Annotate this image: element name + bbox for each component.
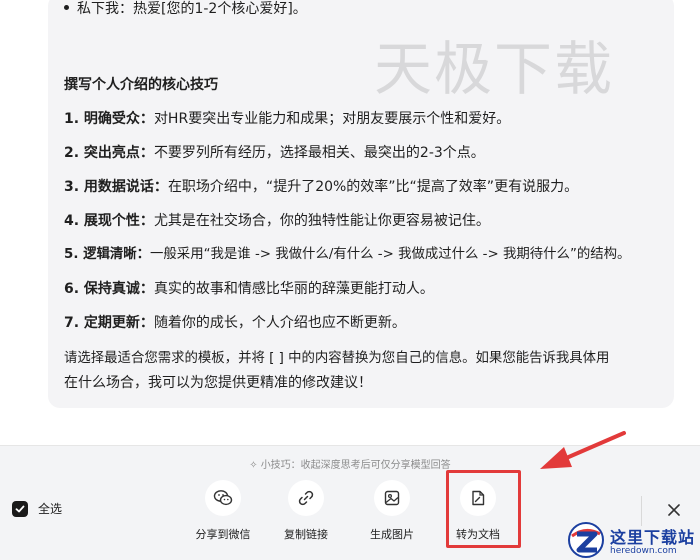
tip-item-7: 7. 定期更新：随着你的成长，个人介绍也应不断更新。	[64, 315, 406, 331]
tip-item-5: 5. 逻辑清晰：一般采用“我是谁 -> 我做什么/有什么 -> 我做成过什么 -…	[64, 247, 631, 262]
tip-item-1: 1. 明确受众：对HR要突出专业能力和成果；对朋友要展示个性和爱好。	[64, 111, 511, 127]
site-logo-icon	[568, 522, 604, 558]
select-all-toggle[interactable]: 全选	[12, 500, 62, 517]
tip-item-2: 2. 突出亮点：不要罗列所有经历，选择最相关、最突出的2-3个点。	[64, 145, 485, 161]
share-wechat-button[interactable]: 分享到微信	[185, 480, 261, 542]
closing-line-2: 在什么场合，我可以为您提供更精准的修改建议！	[64, 375, 372, 391]
checkbox-checked-icon[interactable]	[12, 500, 28, 517]
sparkle-icon: ✧	[249, 460, 258, 471]
highlight-box	[446, 470, 521, 548]
logo-text-cn: 这里下载站	[610, 528, 696, 547]
tip-item-6: 6. 保持真诚：真实的故事和情感比华丽的辞藻更能打动人。	[64, 281, 434, 297]
section-heading: 撰写个人介绍的核心技巧	[64, 77, 218, 93]
tip-item-4: 4. 展现个性：尤其是在社交场合，你的独特性能让你更容易被记住。	[64, 213, 490, 229]
tip-item-3: 3. 用数据说话：在职场介绍中，“提升了20%的效率”比“提高了效率”更有说服力…	[64, 179, 579, 195]
bullet-dot	[64, 5, 69, 10]
closing-line-1: 请选择最适合您需求的模板，并将 [ ] 中的内容替换为您自己的信息。如果您能告诉…	[64, 351, 610, 366]
image-icon	[374, 480, 410, 516]
wechat-icon	[205, 480, 241, 516]
site-logo: 这里下载站 heredown.com	[566, 520, 700, 560]
generate-image-button[interactable]: 生成图片	[354, 480, 430, 542]
link-icon	[288, 480, 324, 516]
close-button[interactable]	[662, 498, 686, 522]
copy-link-button[interactable]: 复制链接	[268, 480, 344, 542]
annotation-arrow-icon	[540, 431, 626, 469]
close-icon	[668, 504, 680, 516]
assistant-message-bubble: 天极下载 私下我：热爱[您的1-2个核心爱好]。 撰写个人介绍的核心技巧 1. …	[48, 0, 674, 408]
chat-area: 天极下载 私下我：热爱[您的1-2个核心爱好]。 撰写个人介绍的核心技巧 1. …	[0, 0, 700, 445]
select-all-label: 全选	[38, 502, 63, 516]
partial-top-line: 私下我：热爱[您的1-2个核心爱好]。	[64, 0, 662, 20]
